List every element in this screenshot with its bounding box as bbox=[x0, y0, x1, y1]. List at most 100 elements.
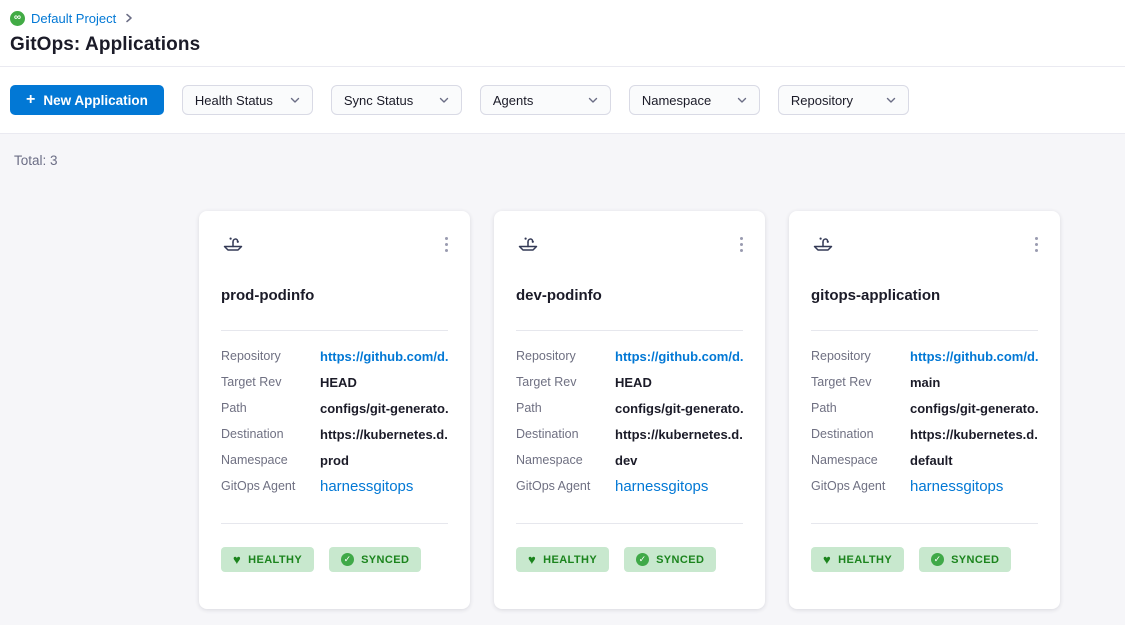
check-circle-icon: ✓ bbox=[931, 553, 944, 566]
filter-repository[interactable]: Repository bbox=[778, 85, 909, 115]
field-label: Target Rev bbox=[221, 375, 320, 389]
application-name[interactable]: gitops-application bbox=[811, 287, 1038, 304]
breadcrumb-project-link[interactable]: Default Project bbox=[31, 11, 116, 26]
filter-namespace[interactable]: Namespace bbox=[629, 85, 760, 115]
health-status-label: HEALTHY bbox=[248, 554, 302, 566]
application-cards: prod-podinfo Repository https://github.c… bbox=[199, 211, 1125, 609]
filter-sync-status[interactable]: Sync Status bbox=[331, 85, 462, 115]
health-status-badge: ♥ HEALTHY bbox=[516, 547, 609, 572]
target-rev-value: main bbox=[910, 375, 1038, 390]
repository-link[interactable]: https://github.com/d... bbox=[615, 349, 743, 364]
field-label: Path bbox=[516, 401, 615, 415]
breadcrumb-chevron-icon bbox=[124, 13, 134, 23]
divider bbox=[221, 523, 448, 524]
application-card[interactable]: dev-podinfo Repository https://github.co… bbox=[494, 211, 765, 609]
field-label: GitOps Agent bbox=[221, 479, 320, 493]
project-icon: ∞ bbox=[10, 11, 25, 26]
destination-value: https://kubernetes.d... bbox=[615, 427, 743, 442]
repository-link[interactable]: https://github.com/d... bbox=[910, 349, 1038, 364]
field-label: GitOps Agent bbox=[516, 479, 615, 493]
sync-status-badge: ✓ SYNCED bbox=[919, 547, 1011, 572]
divider bbox=[811, 330, 1038, 331]
namespace-value: default bbox=[910, 453, 1038, 468]
sync-status-badge: ✓ SYNCED bbox=[329, 547, 421, 572]
divider bbox=[516, 523, 743, 524]
chevron-down-icon bbox=[290, 97, 300, 104]
gitops-agent-link[interactable]: harnessgitops bbox=[615, 478, 743, 495]
application-details: Repository https://github.com/d... Targe… bbox=[221, 343, 448, 499]
health-status-label: HEALTHY bbox=[838, 554, 892, 566]
target-rev-value: HEAD bbox=[320, 375, 448, 390]
chevron-down-icon bbox=[439, 97, 449, 104]
filter-label: Agents bbox=[493, 93, 533, 108]
sync-status-label: SYNCED bbox=[951, 554, 999, 566]
filter-label: Repository bbox=[791, 93, 853, 108]
gitops-agent-link[interactable]: harnessgitops bbox=[320, 478, 448, 495]
gitops-app-icon bbox=[221, 233, 245, 257]
sync-status-label: SYNCED bbox=[361, 554, 409, 566]
filter-label: Namespace bbox=[642, 93, 711, 108]
chevron-down-icon bbox=[588, 97, 598, 104]
application-card[interactable]: prod-podinfo Repository https://github.c… bbox=[199, 211, 470, 609]
chevron-down-icon bbox=[886, 97, 896, 104]
gitops-app-icon bbox=[516, 233, 540, 257]
sync-status-badge: ✓ SYNCED bbox=[624, 547, 716, 572]
application-name[interactable]: prod-podinfo bbox=[221, 287, 448, 304]
field-label: Destination bbox=[221, 427, 320, 441]
new-application-button[interactable]: + New Application bbox=[10, 85, 164, 115]
field-label: Path bbox=[811, 401, 910, 415]
destination-value: https://kubernetes.d... bbox=[320, 427, 448, 442]
repository-link[interactable]: https://github.com/d... bbox=[320, 349, 448, 364]
field-label: Namespace bbox=[811, 453, 910, 467]
infinity-icon: ∞ bbox=[14, 13, 21, 23]
field-label: Namespace bbox=[221, 453, 320, 467]
application-details: Repository https://github.com/d... Targe… bbox=[516, 343, 743, 499]
namespace-value: prod bbox=[320, 453, 448, 468]
destination-value: https://kubernetes.d... bbox=[910, 427, 1038, 442]
field-label: Target Rev bbox=[811, 375, 910, 389]
check-circle-icon: ✓ bbox=[341, 553, 354, 566]
path-value: configs/git-generato... bbox=[910, 401, 1038, 416]
card-menu-button[interactable] bbox=[439, 233, 454, 256]
content-area: Total: 3 prod-podinfo Repository bbox=[0, 134, 1125, 625]
field-label: Repository bbox=[811, 349, 910, 363]
path-value: configs/git-generato... bbox=[615, 401, 743, 416]
gitops-app-icon bbox=[811, 233, 835, 257]
field-label: Destination bbox=[516, 427, 615, 441]
page-title: GitOps: Applications bbox=[10, 34, 1125, 56]
field-label: Target Rev bbox=[516, 375, 615, 389]
divider bbox=[221, 330, 448, 331]
filter-label: Health Status bbox=[195, 93, 273, 108]
heart-icon: ♥ bbox=[823, 553, 831, 566]
page-header: ∞ Default Project GitOps: Applications bbox=[0, 0, 1125, 67]
total-count: Total: 3 bbox=[0, 134, 1125, 168]
field-label: GitOps Agent bbox=[811, 479, 910, 493]
application-card[interactable]: gitops-application Repository https://gi… bbox=[789, 211, 1060, 609]
field-label: Repository bbox=[221, 349, 320, 363]
path-value: configs/git-generato... bbox=[320, 401, 448, 416]
plus-icon: + bbox=[26, 92, 35, 108]
divider bbox=[811, 523, 1038, 524]
divider bbox=[516, 330, 743, 331]
health-status-label: HEALTHY bbox=[543, 554, 597, 566]
card-menu-button[interactable] bbox=[1029, 233, 1044, 256]
health-status-badge: ♥ HEALTHY bbox=[221, 547, 314, 572]
filter-label: Sync Status bbox=[344, 93, 413, 108]
health-status-badge: ♥ HEALTHY bbox=[811, 547, 904, 572]
toolbar: + New Application Health Status Sync Sta… bbox=[0, 67, 1125, 134]
heart-icon: ♥ bbox=[233, 553, 241, 566]
field-label: Repository bbox=[516, 349, 615, 363]
filter-agents[interactable]: Agents bbox=[480, 85, 611, 115]
new-application-label: New Application bbox=[43, 93, 148, 108]
field-label: Destination bbox=[811, 427, 910, 441]
breadcrumb: ∞ Default Project bbox=[10, 9, 1125, 27]
heart-icon: ♥ bbox=[528, 553, 536, 566]
application-name[interactable]: dev-podinfo bbox=[516, 287, 743, 304]
chevron-down-icon bbox=[737, 97, 747, 104]
application-details: Repository https://github.com/d... Targe… bbox=[811, 343, 1038, 499]
field-label: Path bbox=[221, 401, 320, 415]
target-rev-value: HEAD bbox=[615, 375, 743, 390]
filter-health-status[interactable]: Health Status bbox=[182, 85, 313, 115]
card-menu-button[interactable] bbox=[734, 233, 749, 256]
gitops-agent-link[interactable]: harnessgitops bbox=[910, 478, 1038, 495]
